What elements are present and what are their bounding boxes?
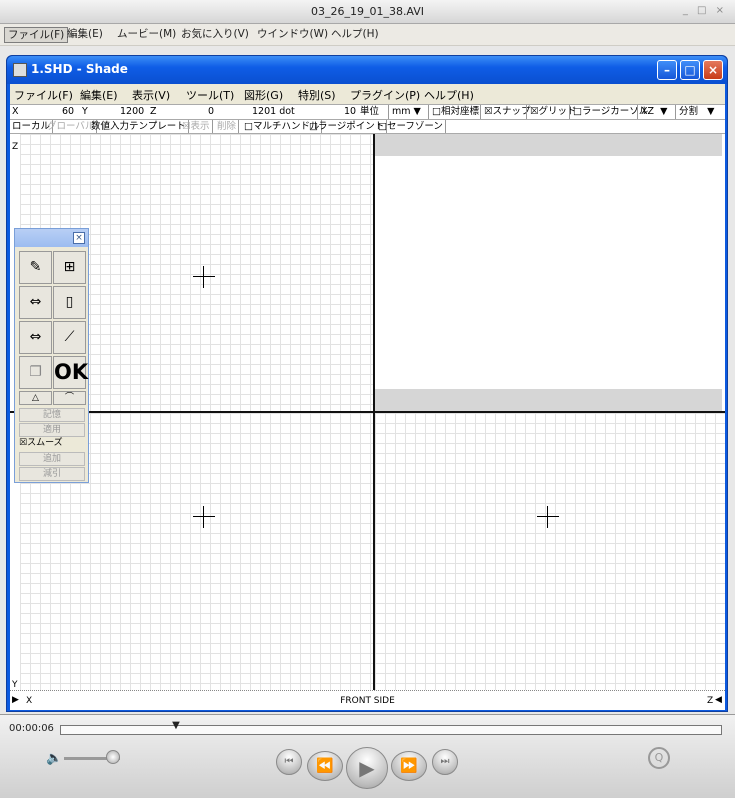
- x-value: 60: [62, 106, 75, 117]
- play-icon[interactable]: ▶: [346, 747, 388, 789]
- qt-menu-help[interactable]: ヘルプ(H): [328, 27, 382, 43]
- shade-menu-tool[interactable]: ツール(T): [186, 87, 234, 103]
- qt-menu-movie[interactable]: ムービー(M): [114, 27, 179, 43]
- qt-menu-window[interactable]: ウインドウ(W): [254, 27, 331, 43]
- bevel-tool-icon[interactable]: △: [19, 391, 52, 405]
- minimize-icon[interactable]: –: [657, 60, 677, 80]
- playhead-icon[interactable]: ▼: [172, 720, 180, 731]
- coordinate-infobar: X 60 Y 1200 Z 0 1201 dot 10 単位 mm ▼ □相対座…: [10, 104, 725, 120]
- quicktime-logo-icon[interactable]: Q: [648, 747, 670, 769]
- shade-menu-file[interactable]: ファイル(F): [14, 87, 73, 103]
- volume-icon[interactable]: 🔈: [46, 751, 62, 766]
- show-checkbox[interactable]: ☒表示: [180, 120, 213, 133]
- shade-window: 1.SHD - Shade – □ × ファイル(F) 編集(E) 表示(V) …: [6, 55, 728, 712]
- qt-menubar: ファイル(F) 編集(E) ムービー(M) お気に入り(V) ウインドウ(W) …: [0, 24, 735, 46]
- axis-z-label: Z: [12, 142, 19, 152]
- shade-app-icon: [13, 63, 27, 77]
- unit-label: 単位: [360, 106, 380, 117]
- split-select-value: 分割: [679, 106, 699, 117]
- apply-button[interactable]: 適用: [19, 423, 85, 437]
- snap-checkbox[interactable]: ☒スナップ: [480, 105, 531, 119]
- move-tool-icon[interactable]: ⇔: [19, 286, 52, 319]
- chevron-down-icon: ▼: [660, 106, 668, 117]
- bottom-ruler: ▶ X FRONT SIDE Z ◀: [10, 690, 725, 710]
- perspective-footer-bar: [375, 389, 722, 411]
- split-select[interactable]: 分割 ▼: [675, 105, 723, 119]
- smooth-checkbox[interactable]: ☒スムーズ: [19, 437, 85, 451]
- shade-menu-edit[interactable]: 編集(E): [80, 87, 118, 103]
- z-label: Z: [150, 106, 157, 117]
- side-viewport[interactable]: [375, 413, 725, 690]
- fast-forward-icon[interactable]: ⏩: [391, 751, 427, 781]
- chevron-down-icon: ▼: [707, 106, 715, 117]
- y-value: 1200: [120, 106, 145, 117]
- palette-titlebar[interactable]: ×: [15, 229, 88, 247]
- perspective-viewport[interactable]: [375, 134, 725, 411]
- rewind-icon[interactable]: ⏪: [307, 751, 343, 781]
- dot-value: 1201 dot: [252, 106, 295, 117]
- cylinder-tool-icon[interactable]: ▯: [53, 286, 86, 319]
- safe-zone-checkbox[interactable]: □セーフゾーン: [376, 120, 446, 133]
- y-label: Y: [82, 106, 88, 117]
- option-bar: ローカル グローバル 数値入力テンプレート ☒表示 削除 □マルチハンドル □ラ…: [10, 120, 725, 134]
- eraser-tool-icon[interactable]: ✎: [19, 251, 52, 284]
- maximize-icon[interactable]: □: [680, 60, 700, 80]
- qt-menu-edit[interactable]: 編集(E): [64, 27, 106, 43]
- qt-controller: 00:00:06 ▼ 🔈 ⏮ ⏪ ▶ ⏩ ⏭ Q: [0, 714, 735, 798]
- crosshair-cursor-icon: [537, 506, 559, 528]
- qt-window-buttons[interactable]: _ □ ×: [683, 5, 727, 16]
- qt-menu-file[interactable]: ファイル(F): [4, 27, 69, 43]
- timecode: 00:00:06: [9, 723, 54, 734]
- x-label: X: [12, 106, 19, 117]
- plane-select-value: XZ: [641, 106, 655, 117]
- volume-knob[interactable]: [106, 750, 121, 764]
- shade-menubar: ファイル(F) 編集(E) 表示(V) ツール(T) 図形(G) 特別(S) プ…: [10, 84, 725, 104]
- timeline-scrubber[interactable]: ▼: [60, 720, 722, 735]
- close-icon[interactable]: ×: [703, 60, 723, 80]
- shade-body: ファイル(F) 編集(E) 表示(V) ツール(T) 図形(G) 特別(S) プ…: [10, 84, 725, 710]
- crosshair-cursor-icon: [193, 506, 215, 528]
- unit-select-value: mm: [392, 106, 411, 117]
- shade-menu-special[interactable]: 特別(S): [298, 87, 336, 103]
- shade-window-title: 1.SHD - Shade: [31, 62, 128, 76]
- viewport-divider-horizontal[interactable]: [10, 411, 725, 413]
- scale-tool-icon[interactable]: ⇔: [19, 321, 52, 354]
- perspective-header-bar: [375, 134, 722, 156]
- z-value: 0: [208, 106, 215, 117]
- axis-z-label: Z: [707, 696, 714, 706]
- memory-button[interactable]: 記憶: [19, 408, 85, 422]
- hierarchy-tool-icon[interactable]: ⊞: [53, 251, 86, 284]
- numeric-template-button[interactable]: 数値入力テンプレート: [89, 120, 189, 133]
- qt-window-title: 03_26_19_01_38.AVI: [310, 5, 425, 18]
- tool-palette[interactable]: × ✎ ⊞ ⇔ ▯ ⇔ ⟋ ❐ OK △ ⌒ 記憶 適用 ☒スムーズ 追加 減引: [14, 228, 89, 483]
- relative-coords-checkbox[interactable]: □相対座標: [428, 105, 479, 119]
- triangle-marker-icon: ◀: [715, 695, 722, 705]
- subtract-button[interactable]: 減引: [19, 467, 85, 481]
- go-to-start-icon[interactable]: ⏮: [276, 749, 302, 775]
- shade-menu-plugin[interactable]: プラグイン(P): [350, 87, 420, 103]
- copy-tool-icon[interactable]: ❐: [19, 356, 52, 389]
- front-side-label: FRONT SIDE: [340, 696, 395, 706]
- shade-menu-shape[interactable]: 図形(G): [244, 87, 283, 103]
- unit-number: 10: [344, 106, 357, 117]
- add-button[interactable]: 追加: [19, 452, 85, 466]
- unit-select[interactable]: mm ▼: [388, 105, 426, 119]
- close-icon[interactable]: ×: [73, 232, 85, 244]
- crosshair-cursor-icon: [193, 266, 215, 288]
- delete-button[interactable]: 削除: [215, 120, 240, 133]
- qt-menu-favorites[interactable]: お気に入り(V): [178, 27, 252, 43]
- qt-titlebar: 03_26_19_01_38.AVI _ □ ×: [0, 0, 735, 24]
- shade-titlebar: 1.SHD - Shade – □ ×: [7, 56, 727, 84]
- chevron-down-icon: ▼: [413, 106, 421, 117]
- shade-menu-view[interactable]: 表示(V): [132, 87, 170, 103]
- plane-select[interactable]: XZ ▼: [637, 105, 675, 119]
- axis-y-label: Y: [12, 680, 18, 690]
- ok-button[interactable]: OK: [53, 356, 88, 389]
- shade-menu-help[interactable]: ヘルプ(H): [424, 87, 474, 103]
- line-tool-icon[interactable]: ⟋: [53, 321, 86, 354]
- viewport-area: Z Y ▶ X FRONT SIDE Z ◀: [10, 134, 725, 710]
- bevel-double-tool-icon[interactable]: ⌒: [53, 391, 86, 405]
- go-to-end-icon[interactable]: ⏭: [432, 749, 458, 775]
